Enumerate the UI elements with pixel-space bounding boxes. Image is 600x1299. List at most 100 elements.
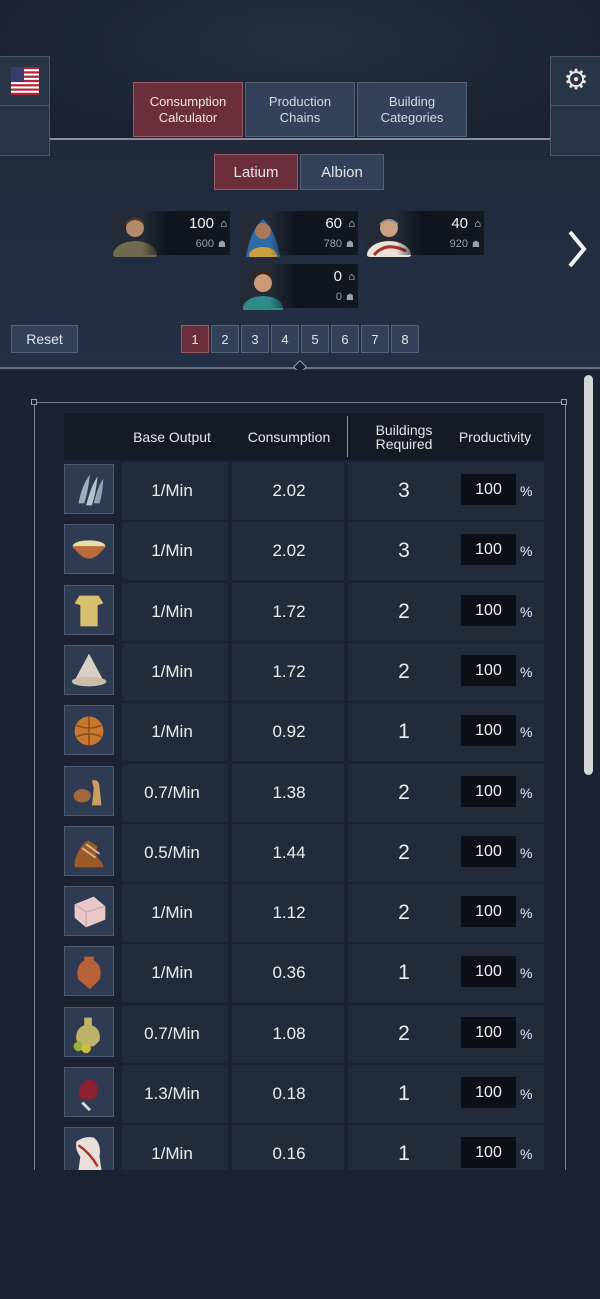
scrollbar[interactable] bbox=[584, 375, 593, 775]
productivity-input[interactable]: 100 bbox=[461, 776, 516, 807]
percent-label: % bbox=[520, 845, 533, 861]
population-count[interactable]: 0 bbox=[334, 268, 342, 285]
population-residents: 0 bbox=[335, 291, 342, 303]
population-tier-2[interactable]: 60 ⌂ 780 ☗ bbox=[240, 211, 358, 257]
tab-label: Consumption Calculator bbox=[149, 93, 227, 125]
main-tabs: Consumption Calculator Production Chains… bbox=[133, 82, 467, 137]
table-row: 0.7/Min 1.38 2 100% bbox=[64, 764, 544, 822]
chevron-right-icon[interactable] bbox=[565, 228, 589, 270]
olive-oil-icon bbox=[64, 1007, 114, 1057]
productivity-input[interactable]: 100 bbox=[461, 1017, 516, 1048]
people-icon: ☗ bbox=[345, 292, 354, 302]
consumption-value: 2.02 bbox=[272, 541, 306, 560]
tab-production-chains[interactable]: Production Chains bbox=[245, 82, 355, 137]
productivity-input[interactable]: 100 bbox=[461, 1137, 516, 1168]
population-panel bbox=[270, 264, 358, 308]
consumption-value: 1.38 bbox=[272, 783, 306, 802]
base-output-value: 0.7/Min bbox=[144, 1024, 200, 1043]
soap-icon bbox=[64, 886, 114, 936]
percent-label: % bbox=[520, 1026, 533, 1042]
language-button[interactable] bbox=[0, 56, 50, 156]
population-tier-1[interactable]: 100 ⌂ 600 ☗ bbox=[112, 211, 230, 257]
population-count[interactable]: 40 bbox=[451, 215, 468, 232]
buildings-required-value: 2 bbox=[398, 1022, 410, 1045]
buildings-required-value: 2 bbox=[398, 660, 410, 683]
header-productivity: Productivity bbox=[458, 428, 532, 445]
percent-label: % bbox=[520, 543, 533, 559]
consumption-value: 1.72 bbox=[272, 602, 306, 621]
population-tier-4[interactable]: 0 ⌂ 0 ☗ bbox=[240, 264, 358, 310]
percent-label: % bbox=[520, 785, 533, 801]
tab-building-categories[interactable]: Building Categories bbox=[357, 82, 467, 137]
percent-label: % bbox=[520, 724, 533, 740]
region-tabs: Latium Albion bbox=[214, 154, 384, 190]
region-latium[interactable]: Latium bbox=[214, 154, 298, 190]
population-residents: 780 bbox=[323, 238, 342, 250]
tab-label: Building Categories bbox=[380, 93, 444, 125]
population-count[interactable]: 100 bbox=[189, 215, 214, 232]
productivity-input[interactable]: 100 bbox=[461, 595, 516, 626]
gear-icon: ⚙ bbox=[563, 64, 589, 95]
consumption-value: 1.72 bbox=[272, 662, 306, 681]
table-row: 1/Min 1.72 2 100% bbox=[64, 643, 544, 701]
page-button-7[interactable]: 7 bbox=[361, 325, 389, 353]
sandal-icon bbox=[64, 826, 114, 876]
page-button-2[interactable]: 2 bbox=[211, 325, 239, 353]
productivity-input[interactable]: 100 bbox=[461, 715, 516, 746]
buildings-required-value: 3 bbox=[398, 479, 410, 502]
page-button-4[interactable]: 4 bbox=[271, 325, 299, 353]
consumption-value: 0.92 bbox=[272, 722, 306, 741]
buildings-required-value: 3 bbox=[398, 539, 410, 562]
bottom-area bbox=[0, 1170, 600, 1299]
header-divider bbox=[50, 138, 550, 140]
page-button-8[interactable]: 8 bbox=[391, 325, 419, 353]
table-row: 0.7/Min 1.08 2 100% bbox=[64, 1005, 544, 1063]
productivity-input[interactable]: 100 bbox=[461, 655, 516, 686]
productivity-input[interactable]: 100 bbox=[461, 956, 516, 987]
base-output-value: 1/Min bbox=[151, 662, 193, 681]
page-button-3[interactable]: 3 bbox=[241, 325, 269, 353]
population-tier-3[interactable]: 40 ⌂ 920 ☗ bbox=[366, 211, 484, 257]
table-header: Base Output Consumption Buildings Requir… bbox=[64, 413, 544, 460]
house-icon: ⌂ bbox=[348, 271, 355, 283]
population-residents: 920 bbox=[449, 238, 468, 250]
frame-corner bbox=[31, 399, 37, 405]
tab-consumption-calculator[interactable]: Consumption Calculator bbox=[133, 82, 243, 137]
page-button-6[interactable]: 6 bbox=[331, 325, 359, 353]
header-buildings-required: Buildings Required bbox=[375, 421, 433, 452]
population-panel bbox=[270, 211, 358, 255]
percent-label: % bbox=[520, 483, 533, 499]
frame-corner bbox=[561, 399, 567, 405]
tunic-icon bbox=[64, 585, 114, 635]
base-output-value: 1/Min bbox=[151, 541, 193, 560]
productivity-input[interactable]: 100 bbox=[461, 836, 516, 867]
reset-button[interactable]: Reset bbox=[11, 325, 78, 353]
buildings-required-value: 2 bbox=[398, 901, 410, 924]
house-icon: ⌂ bbox=[348, 218, 355, 230]
population-count[interactable]: 60 bbox=[325, 215, 342, 232]
people-icon: ☗ bbox=[471, 239, 480, 249]
consumption-value: 0.18 bbox=[272, 1084, 306, 1103]
house-icon: ⌂ bbox=[220, 218, 227, 230]
hat-icon bbox=[64, 645, 114, 695]
percent-label: % bbox=[520, 965, 533, 981]
productivity-input[interactable]: 100 bbox=[461, 534, 516, 565]
table-row: 0.5/Min 1.44 2 100% bbox=[64, 824, 544, 882]
region-albion[interactable]: Albion bbox=[300, 154, 384, 190]
header-base-output: Base Output bbox=[133, 428, 211, 445]
header-consumption: Consumption bbox=[247, 428, 331, 445]
percent-label: % bbox=[520, 664, 533, 680]
table-row: 1/Min 1.12 2 100% bbox=[64, 884, 544, 942]
porridge-bowl-icon bbox=[64, 524, 114, 574]
productivity-input[interactable]: 100 bbox=[461, 474, 516, 505]
percent-label: % bbox=[520, 905, 533, 921]
header-divider bbox=[347, 416, 348, 457]
us-flag-icon bbox=[11, 67, 39, 95]
productivity-input[interactable]: 100 bbox=[461, 1077, 516, 1108]
settings-button[interactable]: ⚙ bbox=[550, 56, 600, 156]
page-button-1[interactable]: 1 bbox=[181, 325, 209, 353]
base-output-value: 1/Min bbox=[151, 903, 193, 922]
productivity-input[interactable]: 100 bbox=[461, 896, 516, 927]
page-button-5[interactable]: 5 bbox=[301, 325, 329, 353]
corner-divider bbox=[551, 105, 600, 106]
